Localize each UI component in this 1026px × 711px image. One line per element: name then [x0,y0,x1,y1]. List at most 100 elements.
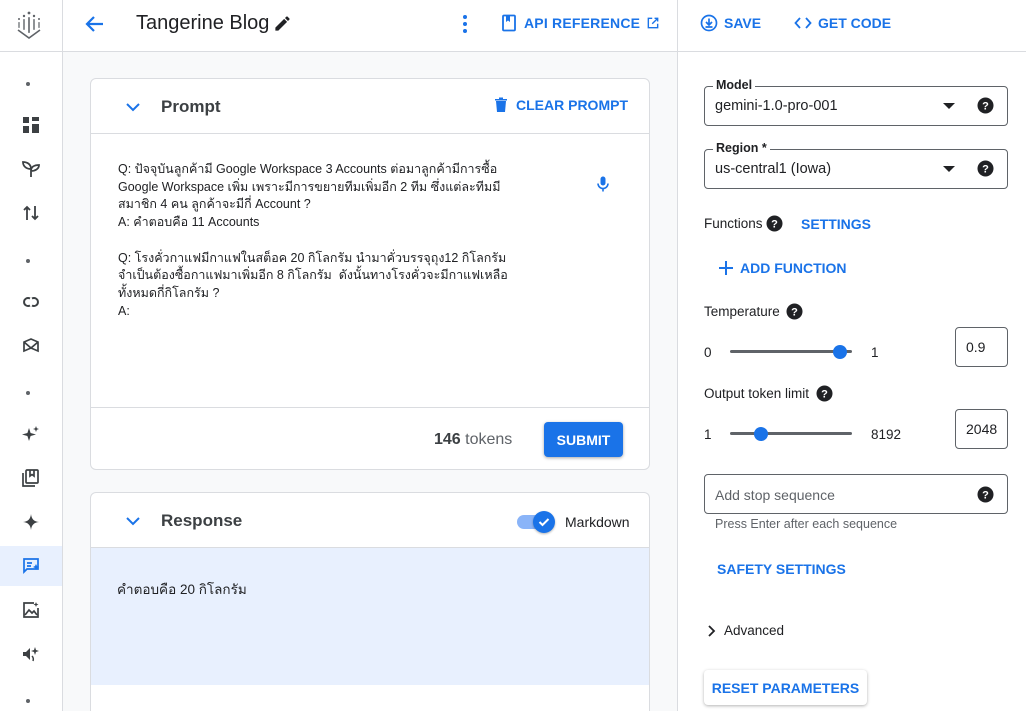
prompt-card: Prompt CLEAR PROMPT Q: ปัจจุบันลูกค้ามี … [90,78,650,470]
model-value: gemini-1.0-pro-001 [715,98,838,114]
response-title: Response [161,511,243,530]
temperature-min: 0 [704,345,712,360]
markdown-toggle[interactable] [515,511,555,533]
api-reference-link[interactable]: API REFERENCE [500,14,660,32]
token-count: 146 tokens [434,431,512,449]
prompt-footer: 146 tokens SUBMIT [91,407,649,470]
gemini-icon[interactable] [0,502,62,542]
model-label: Model [713,78,756,92]
token-count-suffix: tokens [465,431,513,448]
dropdown-arrow-icon [943,103,955,109]
back-arrow-icon[interactable] [83,12,107,36]
pipeline-icon[interactable] [0,193,62,233]
temperature-input[interactable]: 0.9 [955,327,1008,367]
clear-prompt-button[interactable]: CLEAR PROMPT [492,96,628,114]
add-function-label: ADD FUNCTION [740,260,847,276]
add-function-button[interactable]: ADD FUNCTION [718,260,847,276]
help-icon[interactable]: ? [977,160,994,177]
stop-sequence-hint: Press Enter after each sequence [715,517,898,531]
output-token-min: 1 [704,427,712,442]
check-icon [538,518,550,527]
open-in-new-icon [647,17,659,29]
left-nav-rail [0,0,63,711]
response-card: Response Markdown คำตอบคือ 20 กิโลกรัม [90,492,650,711]
slider-thumb[interactable] [753,427,768,441]
speech-icon[interactable] [0,634,62,674]
main-content: Prompt CLEAR PROMPT Q: ปัจจุบันลูกค้ามี … [63,52,677,711]
help-icon[interactable]: ? [977,97,994,114]
notebook-icon[interactable] [0,458,62,498]
slider-thumb[interactable] [832,345,847,359]
stop-sequence-input[interactable]: Add stop sequence ? [704,474,1008,514]
reset-parameters-button[interactable]: RESET PARAMETERS [704,670,867,705]
temperature-label: Temperature [704,304,780,319]
help-icon[interactable]: ? [816,385,833,402]
prompt-card-header: Prompt CLEAR PROMPT [91,79,649,134]
get-code-button[interactable]: GET CODE [794,14,891,32]
output-token-limit-label: Output token limit [704,386,810,401]
output-token-input[interactable]: 2048 [955,409,1008,449]
chevron-down-icon[interactable] [123,511,143,531]
trash-icon [495,97,507,112]
advanced-expander[interactable]: Advanced [704,623,784,638]
image-icon[interactable] [0,590,62,630]
more-vert-icon[interactable] [456,12,474,36]
save-download-icon [700,14,718,32]
colab-icon[interactable] [0,282,62,322]
rail-dot [26,259,30,263]
response-card-header: Response Markdown [91,493,649,548]
page-title: Tangerine Blog [136,12,270,34]
region-select[interactable]: Region * us-central1 (Iowa) ? [704,141,1008,189]
prompt-textarea[interactable]: Q: ปัจจุบันลูกค้ามี Google Workspace 3 A… [118,161,518,320]
svg-text:?: ? [821,389,828,401]
prompt-header: Tangerine Blog API REFERENCE [63,0,678,52]
save-button[interactable]: SAVE [700,14,761,32]
model-select[interactable]: Model gemini-1.0-pro-001 ? [704,78,1008,126]
logo-icon[interactable] [14,8,44,40]
right-header: SAVE GET CODE [678,0,1026,52]
prompt-title: Prompt [161,97,221,116]
chevron-right-icon [708,624,716,637]
help-icon[interactable]: ? [766,215,783,232]
safety-settings-button[interactable]: SAFETY SETTINGS [717,561,846,577]
plus-icon [719,261,733,275]
dropdown-arrow-icon [943,166,955,172]
edit-pencil-icon[interactable] [273,14,292,33]
svg-text:?: ? [791,307,798,319]
microphone-icon[interactable] [594,175,612,193]
temperature-slider[interactable] [730,342,852,362]
model-garden-icon[interactable] [0,326,62,366]
api-reference-label: API REFERENCE [524,15,641,31]
rail-dot [26,699,30,703]
freeform-prompt-icon[interactable] [0,546,62,586]
toggle-knob [533,511,555,533]
clear-prompt-label: CLEAR PROMPT [516,97,628,113]
svg-text:?: ? [982,164,989,176]
dashboard-icon[interactable] [0,105,62,145]
help-icon[interactable]: ? [786,303,803,320]
temperature-max: 1 [871,345,879,360]
response-text: คำตอบคือ 20 กิโลกรัม [117,582,247,597]
help-icon[interactable]: ? [977,486,994,503]
token-count-value: 146 [434,431,461,448]
slider-track [730,432,852,435]
response-body: คำตอบคือ 20 กิโลกรัม [91,548,649,685]
sparkle-icon[interactable] [0,414,62,454]
svg-text:?: ? [771,219,778,231]
submit-button[interactable]: SUBMIT [544,422,623,457]
functions-label: Functions [704,216,763,231]
svg-text:?: ? [982,101,989,113]
stop-sequence-placeholder: Add stop sequence [715,487,835,503]
functions-settings-button[interactable]: SETTINGS [801,216,871,232]
get-code-label: GET CODE [818,15,892,31]
code-icon [794,17,812,29]
sprout-icon[interactable] [0,149,62,189]
chevron-down-icon[interactable] [123,97,143,117]
region-label: Region * [713,141,770,155]
output-token-max: 8192 [871,427,902,442]
output-token-slider[interactable] [730,424,852,444]
rail-dot [26,82,30,86]
parameters-panel: Model gemini-1.0-pro-001 ? Region * us-c… [678,52,1026,711]
region-value: us-central1 (Iowa) [715,161,832,177]
markdown-label: Markdown [565,514,630,530]
